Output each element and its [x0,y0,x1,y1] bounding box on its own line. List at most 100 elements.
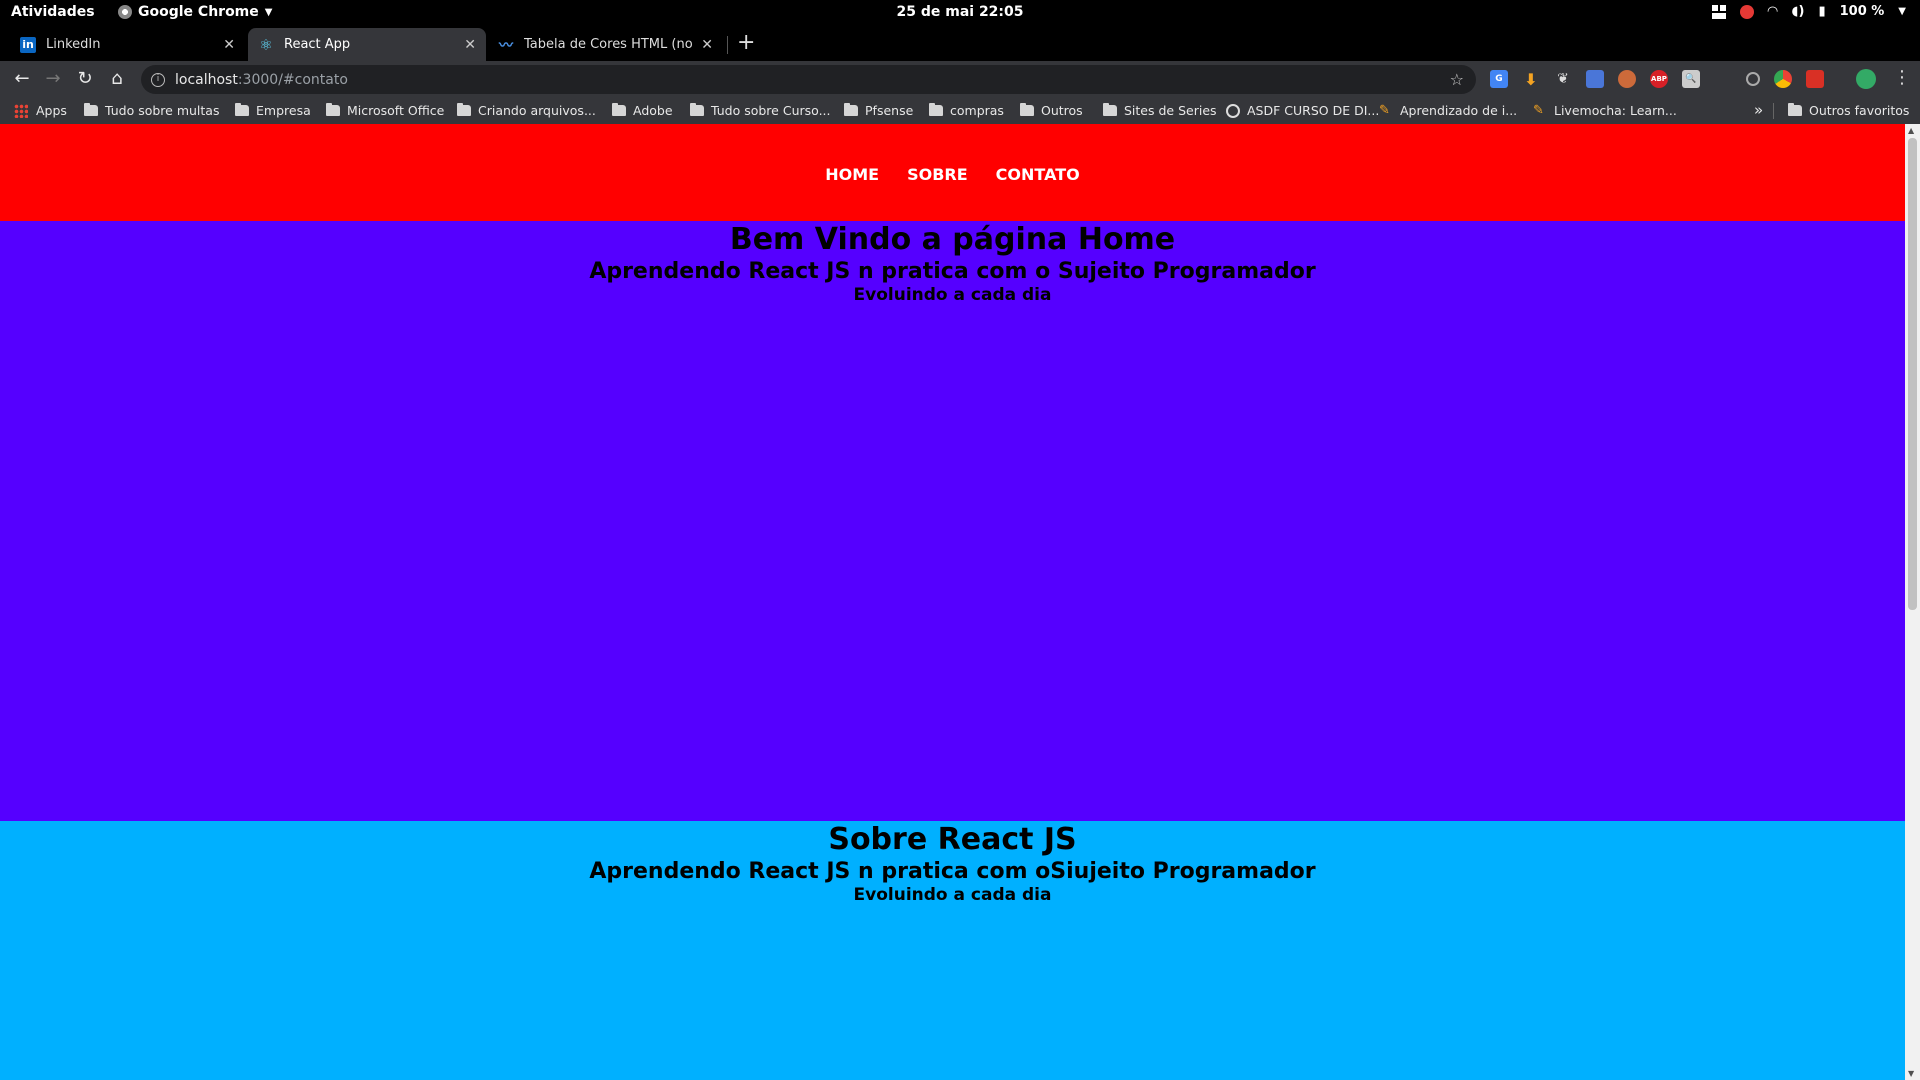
folder-icon [929,103,943,116]
bookmark-label: Adobe [633,103,673,118]
tab-tabela-cores[interactable]: 〰 Tabela de Cores HTML (nome, ✕ [488,28,723,61]
color-extension-icon[interactable] [1618,70,1636,88]
folder-icon [690,103,704,116]
download-extension-icon[interactable]: ⬇ [1522,70,1540,89]
site-header: HOME SOBRE CONTATO [0,124,1905,221]
bookmark-folder[interactable]: compras [929,103,1004,118]
address-bar[interactable]: i localhost:3000/#contato ☆ [141,65,1476,94]
leaf-extension-icon[interactable]: ❦ [1554,70,1572,88]
bookmark-folder[interactable]: Microsoft Office [326,103,444,118]
clock[interactable]: 25 de mai 22:05 [0,4,1920,20]
bookmarks-overflow-button[interactable]: » [1754,101,1763,119]
url-path: :3000/#contato [237,71,348,88]
tab-react-app[interactable]: ⚛ React App ✕ [248,28,486,61]
bookmark-folder[interactable]: Outros [1020,103,1083,118]
bookmark-label: Sites de Series [1124,103,1217,118]
bookmark-label: Tudo sobre multas [105,103,220,118]
caret-down-icon: ▼ [264,6,273,18]
activities-button[interactable]: Atividades [11,4,95,20]
folder-icon [844,103,858,116]
tab-linkedin[interactable]: in LinkedIn ✕ [10,28,245,61]
page-scrollbar[interactable]: ▲ ▼ [1905,124,1920,1080]
bookmark-other-folder[interactable]: Outros favoritos [1788,103,1909,118]
nav-link-home[interactable]: HOME [825,165,879,184]
scrollbar-thumb[interactable] [1908,138,1917,610]
kebab-menu-icon[interactable]: ⋮ [1893,67,1911,88]
bookmark-link[interactable]: ASDF CURSO DE DI... [1226,103,1379,118]
home-icon[interactable]: ⌂ [106,68,128,89]
chrome-icon [118,5,132,19]
bookmark-label: Tudo sobre Curso... [711,103,831,118]
folder-icon [1788,103,1802,116]
page-viewport: HOME SOBRE CONTATO Bem Vindo a página Ho… [0,124,1905,1080]
bookmark-folder[interactable]: Tudo sobre multas [84,103,219,118]
battery-level: 100 % [1839,4,1885,19]
blank-extension-icon[interactable] [1714,70,1732,88]
nav-link-sobre[interactable]: SOBRE [907,165,968,184]
bookmark-apps[interactable]: Apps [14,103,67,118]
search-extension-icon[interactable]: 🔍 [1682,70,1700,88]
bookmark-folder[interactable]: Pfsense [844,103,913,118]
bookmark-label: Empresa [256,103,311,118]
bookmark-label: compras [950,103,1004,118]
chrome-extension-icon[interactable] [1774,70,1792,88]
react-icon: ⚛ [259,35,273,54]
bookmark-label: Outros [1041,103,1083,118]
circle-extension-icon[interactable] [1746,72,1760,86]
close-icon[interactable]: ✕ [464,37,476,53]
adblock-extension-icon[interactable]: ABP [1650,70,1668,88]
bookmarks-divider [1773,103,1774,119]
system-top-bar: Atividades Google Chrome ▼ 25 de mai 22:… [0,0,1920,26]
folder-icon [1103,103,1117,116]
reload-icon[interactable]: ↻ [74,68,96,89]
tab-separator [727,36,728,54]
bookmark-folder[interactable]: Criando arquivos... [457,103,596,118]
forward-arrow-icon[interactable]: → [42,68,64,89]
bookmark-label: Apps [36,103,67,118]
profile-avatar[interactable] [1856,69,1876,89]
red-extension-icon[interactable] [1806,70,1824,88]
scroll-up-icon[interactable]: ▲ [1908,126,1914,135]
bookmark-link[interactable]: ✎ Aprendizado de i... [1379,103,1517,118]
bookmark-label: Criando arquivos... [478,103,596,118]
nav-link-contato[interactable]: CONTATO [996,165,1080,184]
apps-grid-icon [14,103,28,118]
workspace-icon[interactable] [1711,4,1726,19]
tab-title: Tabela de Cores HTML (nome, [524,37,693,52]
close-icon[interactable]: ✕ [701,37,713,53]
bookmark-folder[interactable]: Adobe [612,103,673,118]
bookmark-label: Livemocha: Learn... [1554,103,1677,118]
bookmark-folder[interactable]: Tudo sobre Curso... [690,103,831,118]
window-extension-icon[interactable] [1586,70,1604,88]
notification-icon[interactable] [1739,4,1754,19]
folder-icon [326,103,340,116]
browser-toolbar: ← → ↻ ⌂ i localhost:3000/#contato ☆ G ⬇ … [0,61,1920,98]
folder-icon [84,103,98,116]
scroll-down-icon[interactable]: ▼ [1908,1069,1914,1078]
bookmark-link[interactable]: ✎ Livemocha: Learn... [1533,103,1677,118]
new-tab-button[interactable]: + [737,30,755,55]
bookmarks-bar: Apps Tudo sobre multas Empresa Microsoft… [0,98,1920,124]
info-icon[interactable]: i [151,72,165,87]
bookmark-label: Outros favoritos [1809,103,1910,118]
bookmark-folder[interactable]: Empresa [235,103,311,118]
home-section: Bem Vindo a página Home Aprendendo React… [0,221,1905,821]
tab-title: LinkedIn [46,37,101,52]
app-menu[interactable]: Google Chrome ▼ [118,4,272,20]
bookmark-label: Aprendizado de i... [1400,103,1518,118]
bookmark-star-icon[interactable]: ☆ [1450,70,1464,89]
globe-icon [1226,103,1240,118]
wave-icon: 〰 [499,37,513,54]
volume-icon: ◖) [1791,4,1805,19]
translate-extension-icon[interactable]: G [1490,70,1508,88]
system-tray[interactable]: ◠ ◖) ▮ 100 % ▼ [1711,4,1906,19]
bookmark-folder[interactable]: Sites de Series [1103,103,1217,118]
linkedin-icon: in [20,36,36,53]
back-arrow-icon[interactable]: ← [11,68,33,89]
home-subtitle: Aprendendo React JS n pratica com o Suje… [589,259,1316,284]
close-icon[interactable]: ✕ [223,37,235,53]
url-host: localhost [175,71,238,88]
tab-title: React App [284,37,351,52]
sobre-tagline: Evoluindo a cada dia [853,885,1052,905]
folder-icon [235,103,249,116]
